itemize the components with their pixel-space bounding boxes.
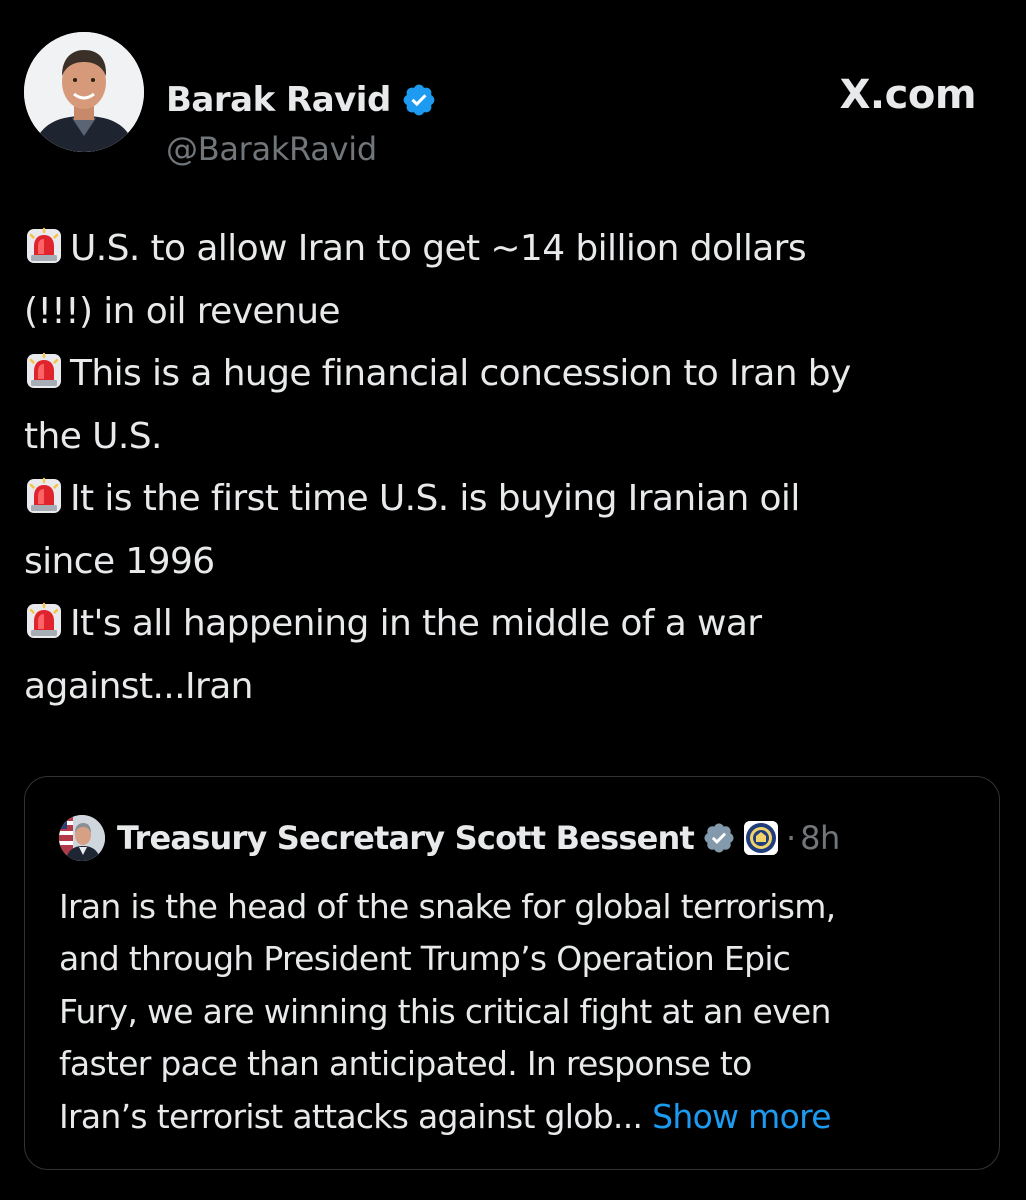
author-handle[interactable]: @BarakRavid	[166, 130, 377, 168]
quoted-line: faster pace than anticipated. In respons…	[59, 1044, 752, 1084]
quoted-line: and through President Trump’s Operation …	[59, 939, 791, 979]
quoted-author-name[interactable]: Treasury Secretary Scott Bessent	[117, 819, 695, 857]
tweet-screenshot: Barak Ravid @BarakRavid X.com U.S. to al…	[0, 0, 1026, 1200]
tweet-line: This is a huge financial concession to I…	[24, 343, 1004, 406]
treasury-seal-icon[interactable]	[743, 821, 778, 855]
siren-icon	[24, 226, 64, 266]
siren-icon	[24, 351, 64, 391]
tweet-line: the U.S.	[24, 415, 162, 457]
tweet-line: It is the first time U.S. is buying Iran…	[24, 468, 1004, 531]
quoted-line: Iran is the head of the snake for global…	[59, 887, 836, 926]
quoted-tweet-timestamp[interactable]: 8h	[800, 819, 840, 857]
tweet-text: U.S. to allow Iran to get ~14 billion do…	[24, 218, 1004, 718]
quoted-line: Fury, we are winning this critical fight…	[59, 991, 831, 1031]
quoted-author-avatar[interactable]	[59, 815, 105, 861]
separator-dot: ·	[785, 819, 797, 857]
tweet-line: It's all happening in the middle of a wa…	[24, 593, 1004, 656]
quoted-tweet-text: Iran is the head of the snake for global…	[59, 881, 979, 1143]
show-more-link[interactable]: Show more	[652, 1097, 831, 1136]
tweet-header: Barak Ravid @BarakRavid X.com	[24, 32, 1002, 168]
author-name-row: Barak Ravid	[166, 76, 437, 124]
siren-icon	[24, 601, 64, 641]
quoted-tweet-header: Treasury Secretary Scott Bessent · 8h	[59, 813, 840, 863]
author-display-name[interactable]: Barak Ravid	[166, 80, 391, 120]
tweet-line: (!!!) in oil revenue	[24, 290, 341, 332]
tweet-line: since 1996	[24, 540, 215, 582]
tweet-line: against...Iran	[24, 665, 253, 707]
x-logo-label: X.com	[839, 72, 977, 118]
author-avatar-image	[24, 32, 144, 152]
tweet-line: U.S. to allow Iran to get ~14 billion do…	[24, 218, 1004, 281]
quoted-line: Iran’s terrorist attacks against glob...…	[59, 1096, 832, 1136]
verified-badge-icon[interactable]	[401, 82, 437, 118]
siren-icon	[24, 476, 64, 516]
quoted-tweet-card[interactable]: Treasury Secretary Scott Bessent · 8h Ir…	[24, 776, 1000, 1170]
gray-verified-badge-icon[interactable]	[702, 821, 736, 855]
author-avatar[interactable]	[24, 32, 144, 152]
